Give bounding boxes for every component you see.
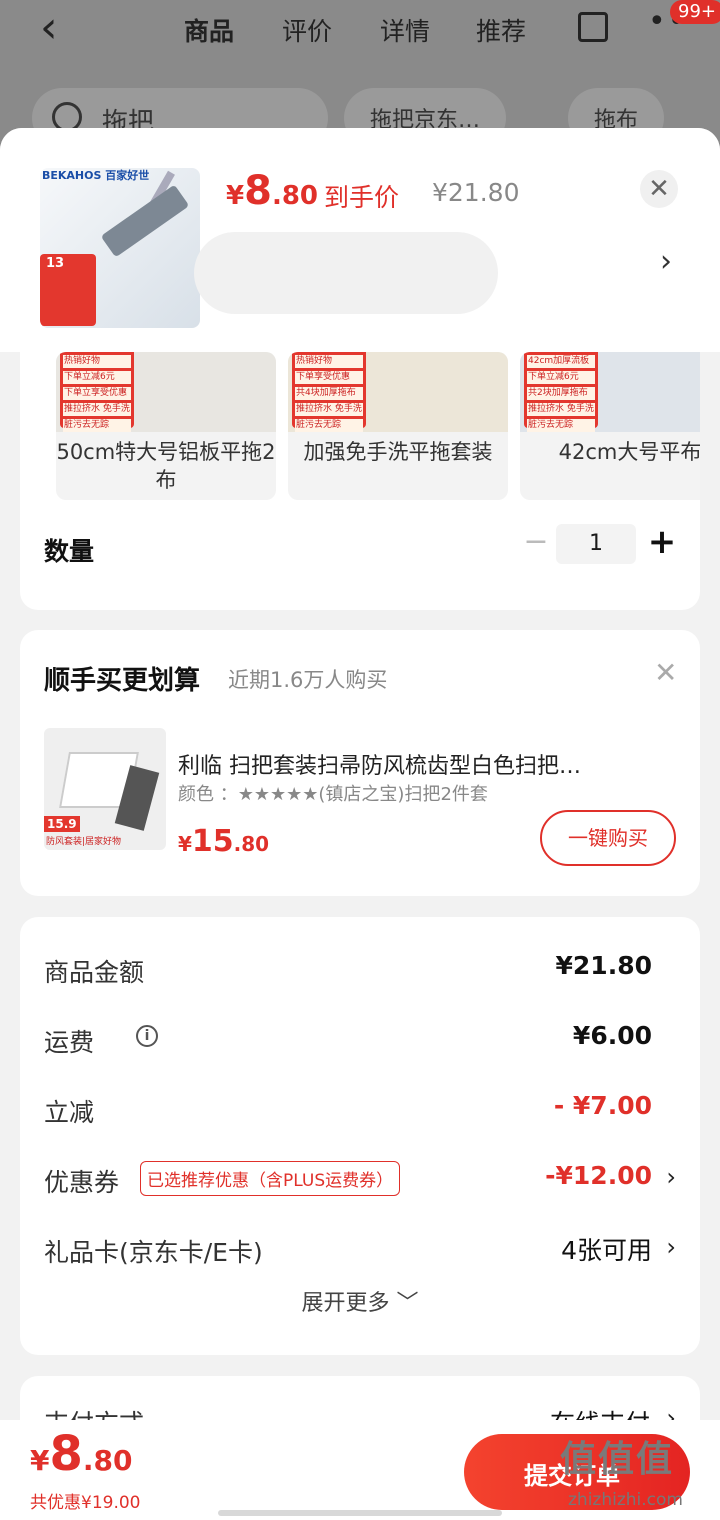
bundle-product-spec: 颜色 ：★★★★★(镇店之宝)扫把2件套 (178, 784, 488, 805)
promo-sticker: 13 (40, 254, 96, 326)
price-summary-card: 商品金额 ¥21.80 运费 i ¥6.00 立减 - ¥7.00 优惠券 已选… (20, 917, 700, 1355)
message-badge: 99+ (670, 0, 720, 24)
summary-row-coupon[interactable]: 优惠券 已选推荐优惠（含PLUS运费券） -¥12.00 › (44, 1157, 676, 1201)
variant-promo-tag: 热销好物 下单享受优惠 共4块加厚拖布 推拉挤水 免手洗 脏污去无踪 (292, 352, 366, 432)
variant-promo-tag: 42cm加厚流板 下单立减6元 共2块加厚拖布 推拉挤水 免手洗 脏污去无踪 (524, 352, 598, 432)
variant-label: 50cm特大号铝板平拖2布 (56, 440, 276, 492)
tab-details[interactable]: 详情 (380, 12, 430, 48)
bundle-image-caption: 防风套装|居家好物 (46, 837, 122, 847)
chevron-right-icon: › (666, 1163, 676, 1191)
redacted-spec[interactable] (194, 232, 498, 314)
brand-logo: BEKAHOS 百家好世 (42, 169, 150, 182)
bundle-card: 顺手买更划算 近期1.6万人购买 ✕ 15.9 防风套装|居家好物 利临 扫把套… (20, 630, 700, 896)
close-icon[interactable]: ✕ (654, 656, 677, 689)
watermark-logo: 值值值 (560, 1439, 675, 1480)
variant-option[interactable]: 热销好物 下单享受优惠 共4块加厚拖布 推拉挤水 免手洗 脏污去无踪 加强免手洗平拖套装 (288, 352, 508, 500)
mop-head (100, 184, 190, 258)
bundle-price: ¥15.80 (178, 824, 270, 859)
variant-list: 热销好物 下单立减6元 下单立享受优惠 推拉挤水 免手洗 脏污去无踪 50cm特大号铝板… (56, 352, 700, 500)
bundle-image[interactable]: 15.9 防风套装|居家好物 (44, 728, 166, 850)
share-icon[interactable] (578, 12, 608, 42)
home-indicator[interactable] (218, 1510, 502, 1516)
total-savings: 共优惠¥19.00 (30, 1493, 141, 1513)
tab-reviews[interactable]: 评价 (282, 12, 332, 48)
variant-card: 热销好物 下单立减6元 下单立享受优惠 推拉挤水 免手洗 脏污去无踪 50cm特大号铝板… (20, 352, 700, 610)
order-sheet: BEKAHOS 百家好世 13 ¥8.80 到手价 ¥21.80 ✕ › 热销好… (0, 128, 720, 1520)
tab-recommend[interactable]: 推荐 (476, 12, 526, 48)
total-price: ¥8.80 (30, 1426, 133, 1482)
tab-product[interactable]: 商品 (184, 12, 234, 48)
product-thumbnail: BEKAHOS 百家好世 13 (40, 168, 200, 328)
variant-label: 加强免手洗平拖套装 (303, 440, 493, 464)
variant-label: 42cm大号平布 (558, 440, 700, 464)
final-price: ¥8.80 (226, 168, 318, 214)
quantity-input[interactable]: 1 (556, 524, 636, 564)
chevron-right-icon[interactable]: › (660, 244, 672, 279)
quantity-decrease-button[interactable]: − (516, 522, 556, 562)
bundle-image-label: 15.9 (44, 816, 80, 832)
expand-more-button[interactable]: 展开更多 ﹀ (20, 1285, 700, 1317)
quantity-label: 数量 (44, 537, 95, 566)
variant-option[interactable]: 热销好物 下单立减6元 下单立享受优惠 推拉挤水 免手洗 脏污去无踪 50cm特大号铝板… (56, 352, 276, 500)
watermark-domain: zhizhizhi.com (568, 1490, 683, 1510)
one-click-buy-button[interactable]: 一键购买 (540, 810, 676, 866)
summary-row-goods: 商品金额 ¥21.80 (44, 951, 652, 987)
product-header: BEKAHOS 百家好世 13 ¥8.80 到手价 ¥21.80 ✕ › (0, 128, 720, 352)
original-price: ¥21.80 (432, 178, 520, 207)
summary-row-shipping: 运费 i ¥6.00 (44, 1021, 652, 1057)
coupon-tag: 已选推荐优惠（含PLUS运费券） (140, 1161, 401, 1196)
summary-row-discount: 立减 - ¥7.00 (44, 1091, 652, 1127)
quantity-increase-button[interactable]: + (642, 520, 682, 564)
back-icon[interactable]: ‹ (40, 6, 58, 50)
bundle-subtitle: 近期1.6万人购买 (228, 668, 388, 692)
close-icon[interactable]: ✕ (640, 170, 678, 208)
summary-row-giftcard[interactable]: 礼品卡(京东卡/E卡) 4张可用 › (44, 1227, 676, 1271)
info-icon[interactable]: i (136, 1025, 158, 1047)
final-price-label: 到手价 (324, 183, 400, 212)
bundle-title: 顺手买更划算 (44, 666, 201, 696)
chevron-right-icon: › (666, 1233, 676, 1261)
watermark: 值值值 zhizhizhi.com (560, 1430, 720, 1520)
variant-option[interactable]: 42cm加厚流板 下单立减6元 共2块加厚拖布 推拉挤水 免手洗 脏污去无踪 42cm大… (520, 352, 700, 500)
variant-promo-tag: 热销好物 下单立减6元 下单立享受优惠 推拉挤水 免手洗 脏污去无踪 (60, 352, 134, 432)
bundle-product-name[interactable]: 利临 扫把套装扫帚防风梳齿型白色扫把… (178, 748, 678, 780)
